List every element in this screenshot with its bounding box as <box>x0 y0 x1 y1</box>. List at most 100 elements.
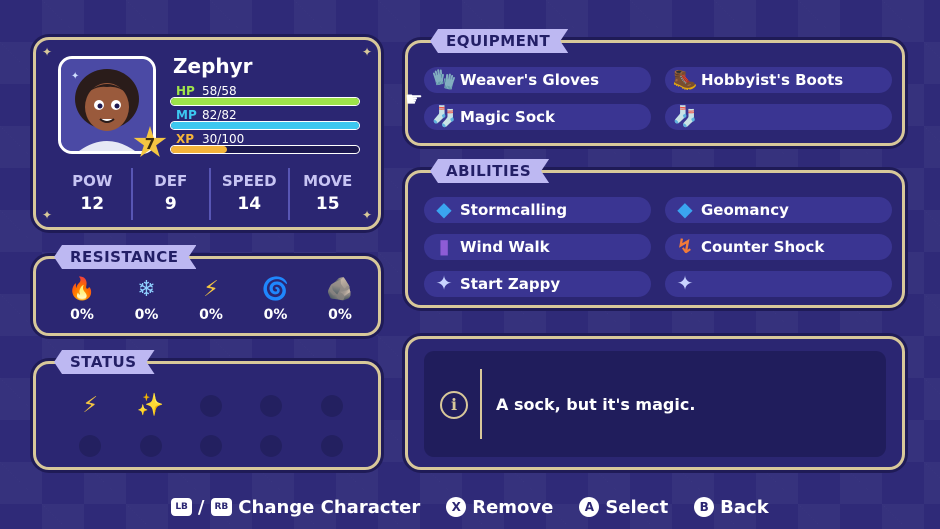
boots-icon: 🥾 <box>672 67 698 91</box>
mp-label: MP <box>176 108 197 122</box>
ability-wind-walk[interactable]: ▮ Wind Walk <box>424 234 651 260</box>
stats-grid: POW 12 DEF 9 SPEED 14 MOVE 15 <box>54 168 366 220</box>
stat-value: 9 <box>164 194 177 214</box>
resistance-wind: 🌀 0% <box>248 277 304 323</box>
lb-button-icon: LB <box>171 498 192 516</box>
empty-slot-dot <box>139 435 162 457</box>
ability-geomancy[interactable]: ◆ Geomancy <box>665 197 892 223</box>
equipment-slot-empty[interactable]: 🧦 <box>665 104 892 130</box>
empty-slot-dot <box>260 435 283 457</box>
stat-label: DEF <box>154 172 188 190</box>
equipment-panel: EQUIPMENT 🧤 Weaver's Gloves 🥾 Hobbyist's… <box>405 40 905 146</box>
hp-bar: HP 58/58 <box>170 84 360 106</box>
wind-walk-icon: ▮ <box>438 234 450 258</box>
back-label: Back <box>720 496 769 518</box>
stat-def: DEF 9 <box>133 168 211 220</box>
abilities-title: ABILITIES <box>430 159 549 183</box>
sparkles-icon: ✨ <box>136 393 165 418</box>
resistance-value: 0% <box>134 307 159 323</box>
x-button-icon: X <box>446 497 467 517</box>
ability-label: Start Zappy <box>460 275 561 293</box>
empty-slot-dot <box>79 435 102 457</box>
remove-label: Remove <box>472 496 554 518</box>
equipment-slot-sock[interactable]: 🧦 Magic Sock <box>424 104 651 130</box>
controls-bar: LB / RB Change Character X Remove A Sele… <box>0 492 940 522</box>
mp-value: 82/82 <box>202 108 237 122</box>
resistance-earth: 🪨 0% <box>312 277 368 323</box>
description-panel: i A sock, but it's magic. <box>405 336 905 470</box>
hp-label: HP <box>176 84 195 98</box>
select-label: Select <box>605 496 669 518</box>
status-slot-empty <box>181 426 241 466</box>
status-panel: STATUS ⚡ ✨ <box>33 361 381 470</box>
swirl-icon: 🌀 <box>261 277 290 302</box>
xp-bar: XP 30/100 <box>170 132 360 154</box>
ability-slot-empty[interactable]: ✦ <box>665 271 892 297</box>
status-slot-empty <box>241 426 301 466</box>
a-button-icon: A <box>579 497 600 517</box>
xp-value: 30/100 <box>202 132 245 146</box>
back-control[interactable]: B Back <box>694 497 769 518</box>
mp-track <box>170 121 360 130</box>
resistance-value: 0% <box>328 307 352 323</box>
status-slot-empty <box>181 386 241 426</box>
resistance-value: 0% <box>199 307 223 323</box>
abilities-panel: ABILITIES ◆ Stormcalling ◆ Geomancy ▮ Wi… <box>405 170 905 308</box>
xp-fill <box>171 146 228 153</box>
stat-label: MOVE <box>303 172 353 190</box>
resistance-value: 0% <box>263 307 288 323</box>
xp-label: XP <box>176 132 195 146</box>
equipment-title: EQUIPMENT <box>430 29 568 53</box>
status-title: STATUS <box>54 350 155 374</box>
remove-control[interactable]: X Remove <box>446 497 553 518</box>
corner-sparkle: ✦ <box>42 208 53 222</box>
hp-value: 58/58 <box>202 84 237 98</box>
status-slot-empty <box>302 426 362 466</box>
description-text: A sock, but it's magic. <box>496 395 696 414</box>
corner-sparkle: ✦ <box>361 45 372 59</box>
rb-button-icon: RB <box>210 498 233 516</box>
ability-stormcalling[interactable]: ◆ Stormcalling <box>424 197 651 223</box>
status-slot: ✨ <box>120 386 180 426</box>
ability-label: Wind Walk <box>460 238 550 256</box>
equipment-slot-boots[interactable]: 🥾 Hobbyist's Boots <box>665 67 892 93</box>
equipment-label: Magic Sock <box>460 108 556 126</box>
status-slot-empty <box>60 426 120 466</box>
stat-label: SPEED <box>221 172 277 190</box>
stat-value: 14 <box>237 194 262 214</box>
stormcalling-icon: ◆ <box>436 197 452 221</box>
ability-label: Counter Shock <box>701 238 825 256</box>
resistance-ice: ❄ 0% <box>119 277 175 323</box>
ability-label: Stormcalling <box>460 201 568 219</box>
ability-start-zappy[interactable]: ✦ Start Zappy <box>424 271 651 297</box>
description-box: i A sock, but it's magic. <box>424 351 886 457</box>
counter-shock-icon: ↯ <box>676 234 694 258</box>
equipment-slot-gloves[interactable]: 🧤 Weaver's Gloves <box>424 67 651 93</box>
xp-track <box>170 145 360 154</box>
corner-sparkle: ✦ <box>42 45 53 59</box>
empty-slot-dot <box>320 435 343 457</box>
resistance-lightning: ⚡ 0% <box>183 277 239 323</box>
equipment-label: Weaver's Gloves <box>460 71 600 89</box>
stat-pow: POW 12 <box>54 168 133 220</box>
empty-slot-dot <box>199 435 222 457</box>
change-character-control[interactable]: LB / RB Change Character <box>171 497 420 518</box>
speed-boost-icon: ⚡ <box>82 393 98 418</box>
status-grid: ⚡ ✨ <box>60 386 362 466</box>
select-control[interactable]: A Select <box>579 497 668 518</box>
stat-value: 12 <box>80 194 105 214</box>
ability-counter-shock[interactable]: ↯ Counter Shock <box>665 234 892 260</box>
status-slot: ⚡ <box>60 386 120 426</box>
info-icon: i <box>440 391 468 419</box>
stat-move: MOVE 15 <box>290 168 367 220</box>
description-divider <box>480 369 482 439</box>
snowflake-icon: ❄ <box>137 277 156 302</box>
lightning-icon: ⚡ <box>203 277 219 302</box>
hp-fill <box>171 98 359 105</box>
character-face-icon: ✦ <box>61 59 153 151</box>
resistance-row: 🔥 0% ❄ 0% ⚡ 0% 🌀 0% 🪨 0% <box>46 277 376 323</box>
status-slot-empty <box>241 386 301 426</box>
b-button-icon: B <box>694 497 715 517</box>
resistance-panel: RESISTANCE 🔥 0% ❄ 0% ⚡ 0% 🌀 0% 🪨 0% <box>33 256 381 336</box>
mp-fill <box>171 122 359 129</box>
